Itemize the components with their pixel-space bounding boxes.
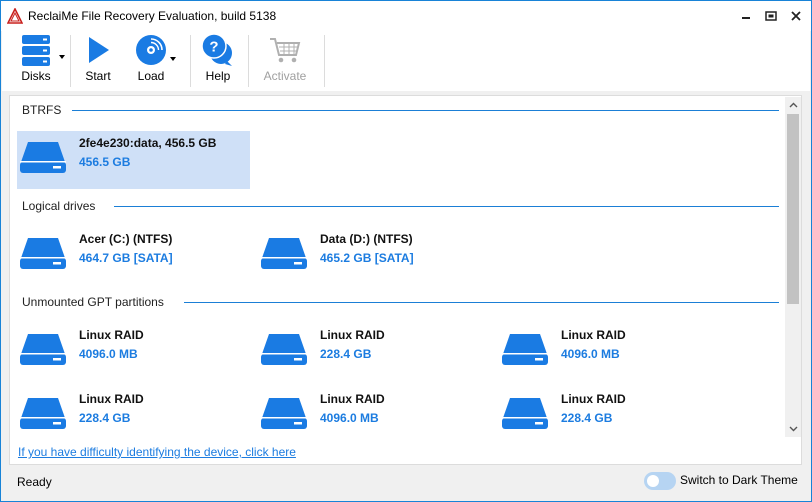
- hard-drive-icon: [20, 238, 66, 269]
- drive-item[interactable]: Data (D:) (NTFS) 465.2 GB [SATA]: [258, 227, 491, 285]
- help-icon: ?: [201, 33, 232, 66]
- section-header-logical-drives: Logical drives: [22, 198, 95, 214]
- drive-item[interactable]: Linux RAID 228.4 GB: [17, 387, 250, 445]
- drive-size: 4096.0 MB: [561, 347, 620, 361]
- help-button[interactable]: ? Help: [200, 33, 236, 89]
- start-label: Start: [85, 69, 111, 83]
- section-title: Unmounted GPT partitions: [22, 295, 164, 309]
- toolbar-separator: [324, 35, 325, 87]
- vertical-scrollbar[interactable]: [785, 97, 801, 437]
- disks-chevron-down-icon[interactable]: [59, 55, 65, 59]
- drive-name: 2fe4e230:data, 456.5 GB: [79, 136, 217, 150]
- load-button[interactable]: Load: [132, 33, 170, 89]
- device-list-panel: BTRFS 2fe4e230:data, 456.5 GB 456.5 GB L…: [9, 95, 802, 465]
- section-divider: [114, 206, 779, 207]
- drive-size: 465.2 GB [SATA]: [320, 251, 414, 265]
- drive-name: Linux RAID: [320, 392, 385, 406]
- close-icon: [791, 11, 801, 21]
- drive-item[interactable]: Acer (C:) (NTFS) 464.7 GB [SATA]: [17, 227, 250, 285]
- reclaime-logo-icon: [7, 8, 23, 24]
- hard-drive-icon: [502, 398, 548, 429]
- disks-button[interactable]: Disks: [16, 33, 56, 89]
- section-header-unmounted-gpt: Unmounted GPT partitions: [22, 294, 164, 310]
- drive-item[interactable]: Linux RAID 228.4 GB: [499, 387, 732, 445]
- toolbar-separator: [248, 35, 249, 87]
- maximize-button[interactable]: [760, 6, 782, 26]
- chevron-down-icon: [789, 426, 797, 432]
- drive-item[interactable]: Linux RAID 4096.0 MB: [258, 387, 491, 445]
- chevron-up-icon: [789, 102, 797, 108]
- drive-name: Data (D:) (NTFS): [320, 232, 413, 246]
- hard-drive-icon: [261, 334, 307, 365]
- maximize-icon: [765, 11, 777, 21]
- close-button[interactable]: [785, 6, 807, 26]
- hard-drive-icon: [261, 238, 307, 269]
- drive-name: Linux RAID: [561, 392, 626, 406]
- shopping-cart-icon: [270, 38, 301, 63]
- section-divider: [184, 302, 779, 303]
- drive-size: 228.4 GB: [79, 411, 131, 425]
- section-title: BTRFS: [22, 103, 62, 117]
- minimize-button[interactable]: [735, 6, 757, 26]
- drive-size: 456.5 GB: [79, 155, 131, 169]
- drive-name: Linux RAID: [561, 328, 626, 342]
- drive-name: Linux RAID: [79, 392, 144, 406]
- window-title: ReclaiMe File Recovery Evaluation, build…: [28, 9, 277, 23]
- drive-size: 464.7 GB [SATA]: [79, 251, 173, 265]
- app-window: ReclaiMe File Recovery Evaluation, build…: [0, 0, 812, 502]
- minimize-icon: [742, 17, 750, 19]
- disks-label: Disks: [21, 69, 51, 83]
- activate-button[interactable]: Activate: [260, 33, 310, 89]
- scroll-up-button[interactable]: [785, 97, 801, 113]
- toolbar: Disks Start Load ? Help Activate: [2, 31, 810, 91]
- drive-name: Linux RAID: [79, 328, 144, 342]
- play-icon: [89, 37, 109, 63]
- drive-size: 228.4 GB: [561, 411, 613, 425]
- disc-icon: [136, 35, 166, 65]
- toolbar-separator: [70, 35, 71, 87]
- drive-item[interactable]: Linux RAID 4096.0 MB: [499, 323, 732, 381]
- drive-name: Linux RAID: [320, 328, 385, 342]
- toolbar-separator: [190, 35, 191, 87]
- dark-theme-label: Switch to Dark Theme: [680, 473, 798, 487]
- scrollbar-thumb[interactable]: [787, 114, 799, 304]
- activate-label: Activate: [263, 69, 307, 83]
- drive-size: 4096.0 MB: [320, 411, 379, 425]
- svg-text:?: ?: [209, 39, 218, 56]
- section-title: Logical drives: [22, 199, 96, 213]
- drive-item[interactable]: Linux RAID 4096.0 MB: [17, 323, 250, 381]
- drive-size: 4096.0 MB: [79, 347, 138, 361]
- dark-theme-toggle[interactable]: [644, 472, 676, 490]
- section-divider: [72, 110, 779, 111]
- toggle-knob: [647, 475, 659, 487]
- title-bar: ReclaiMe File Recovery Evaluation, build…: [1, 1, 811, 31]
- drive-size: 228.4 GB: [320, 347, 372, 361]
- status-bar: Ready Switch to Dark Theme: [2, 469, 810, 501]
- hard-drive-icon: [20, 334, 66, 365]
- hard-drive-icon: [261, 398, 307, 429]
- help-label: Help: [205, 69, 231, 83]
- drive-item[interactable]: 2fe4e230:data, 456.5 GB 456.5 GB: [17, 131, 250, 189]
- status-text: Ready: [17, 475, 52, 489]
- help-identify-device-link[interactable]: If you have difficulty identifying the d…: [18, 445, 296, 459]
- load-label: Load: [137, 69, 165, 83]
- disks-icon: [22, 35, 50, 66]
- hard-drive-icon: [20, 142, 66, 173]
- drive-item[interactable]: Linux RAID 228.4 GB: [258, 323, 491, 381]
- hard-drive-icon: [502, 334, 548, 365]
- hard-drive-icon: [20, 398, 66, 429]
- start-button[interactable]: Start: [80, 33, 116, 89]
- load-chevron-down-icon[interactable]: [170, 57, 176, 61]
- drive-name: Acer (C:) (NTFS): [79, 232, 173, 246]
- scroll-down-button[interactable]: [785, 421, 801, 437]
- section-header-btrfs: BTRFS: [22, 102, 61, 118]
